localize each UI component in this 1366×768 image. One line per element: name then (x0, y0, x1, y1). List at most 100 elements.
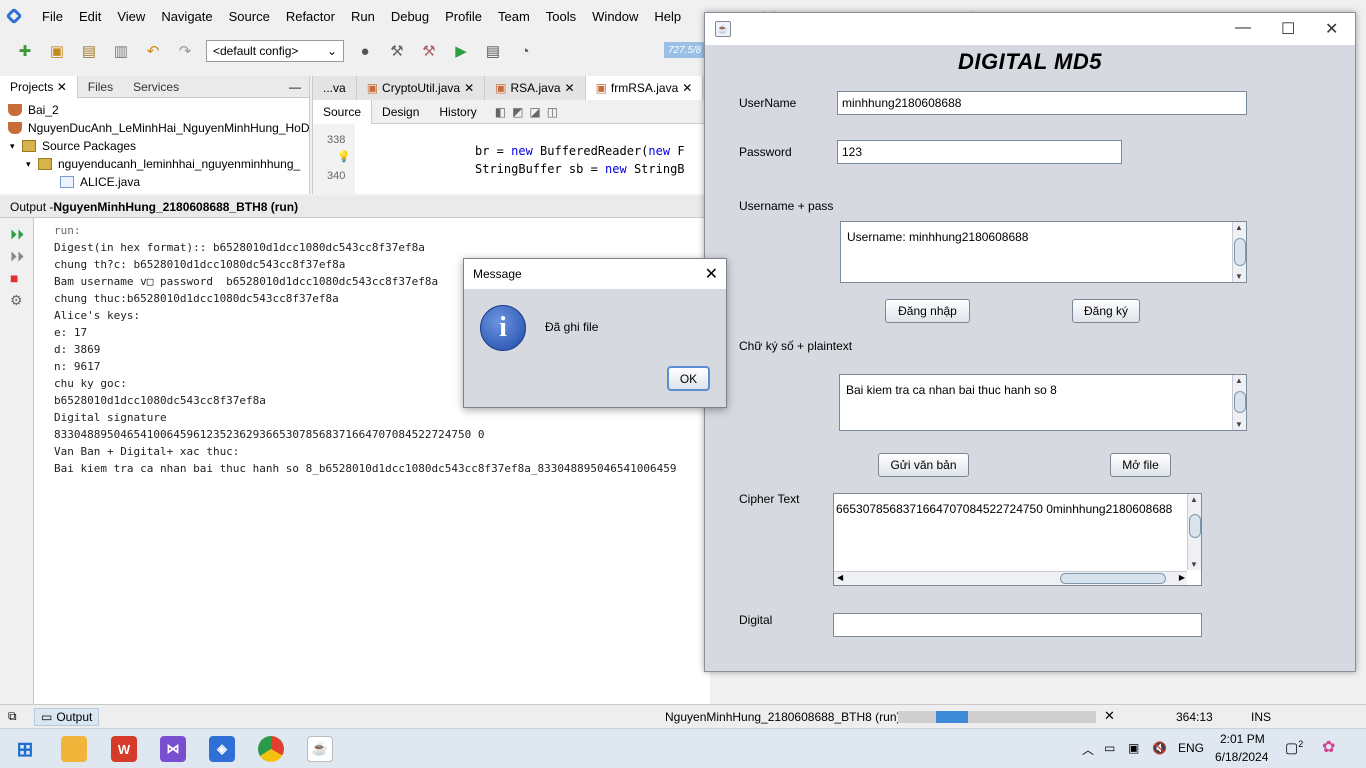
vertical-scrollbar[interactable]: ▲ ▼ (1232, 375, 1246, 430)
globe-icon[interactable]: ● (354, 40, 376, 62)
copilot-icon[interactable]: ✿ (1322, 737, 1335, 757)
debug-icon[interactable]: ▤ (482, 40, 504, 62)
menu-run[interactable]: Run (343, 9, 383, 24)
signature-textarea[interactable]: Bai kiem tra ca nhan bai thuc hanh so 8 … (839, 374, 1247, 431)
undo-icon[interactable]: ↶ (142, 40, 164, 62)
tree-item-source-packages[interactable]: ▾ Source Packages (0, 137, 309, 155)
menu-tools[interactable]: Tools (538, 9, 584, 24)
scroll-up-icon[interactable]: ▲ (1235, 376, 1243, 385)
language-indicator[interactable]: ENG (1178, 741, 1204, 755)
editor-tab-frmrsa[interactable]: ▣ frmRSA.java ✕ (585, 76, 704, 100)
menu-navigate[interactable]: Navigate (153, 9, 220, 24)
tab-projects[interactable]: Projects ✕ (0, 75, 78, 98)
send-text-button[interactable]: Gửi văn bản (878, 453, 969, 477)
minimize-button[interactable]: — (1235, 19, 1251, 37)
expand-icon[interactable]: ▾ (10, 141, 22, 152)
vertical-scrollbar[interactable]: ▲ ▼ (1187, 494, 1201, 570)
cancel-process-icon[interactable]: ✕ (1104, 708, 1115, 724)
menu-profile[interactable]: Profile (437, 9, 490, 24)
new-project-icon[interactable]: ▣ (46, 40, 68, 62)
clock-time[interactable]: 2:01 PM (1220, 732, 1265, 746)
profile-icon[interactable]: ◔ (514, 40, 536, 62)
close-project-icon[interactable]: ▥ (110, 40, 132, 62)
network-icon[interactable]: ▣ (1128, 741, 1139, 755)
menu-debug[interactable]: Debug (383, 9, 437, 24)
volume-muted-icon[interactable]: 🔇 (1152, 741, 1167, 755)
scroll-right-icon[interactable]: ▶ (1179, 573, 1185, 582)
menu-source[interactable]: Source (221, 9, 278, 24)
scroll-up-icon[interactable]: ▲ (1235, 223, 1243, 232)
menu-window[interactable]: Window (584, 9, 646, 24)
menu-file[interactable]: File (34, 9, 71, 24)
scroll-down-icon[interactable]: ▼ (1235, 420, 1243, 429)
redo-icon[interactable]: ↷ (174, 40, 196, 62)
expand-icon[interactable]: ▾ (26, 159, 38, 170)
netbeans-taskbar-icon[interactable]: ◈ (209, 736, 235, 762)
digital-field[interactable] (833, 613, 1202, 637)
stop-icon[interactable]: ■ (10, 270, 26, 286)
tree-item-bai2[interactable]: Bai_2 (0, 101, 309, 119)
netbeans-logo-icon (5, 7, 23, 25)
windows-start-icon[interactable]: ⊞ (12, 736, 38, 762)
scroll-left-icon[interactable]: ◀ (837, 573, 843, 582)
clean-build-icon[interactable]: ⚒ (418, 40, 440, 62)
tab-services[interactable]: Services (123, 76, 189, 98)
settings-icon[interactable]: ⚙ (10, 292, 26, 308)
editor-tab-rsa[interactable]: ▣ RSA.java ✕ (485, 76, 586, 100)
minimize-icon[interactable]: — (289, 80, 309, 94)
menu-view[interactable]: View (109, 9, 153, 24)
editor-tab-1[interactable]: ...va (313, 76, 357, 100)
maximize-button[interactable]: ☐ (1281, 19, 1295, 39)
build-hammer-icon[interactable]: ⚒ (386, 40, 408, 62)
username-pass-textarea[interactable]: Username: minhhung2180608688 ▲ ▼ (840, 221, 1247, 283)
password-field[interactable]: 123 (837, 140, 1122, 164)
wps-office-icon[interactable]: W (111, 736, 137, 762)
java-app-icon[interactable]: ☕ (307, 736, 333, 762)
horizontal-scrollbar[interactable]: ◀ ▶ (834, 571, 1187, 585)
close-button[interactable]: ✕ (1325, 19, 1338, 39)
battery-icon[interactable]: ▭ (1104, 741, 1115, 755)
hint-bulb-icon[interactable]: 💡 (337, 150, 351, 163)
tab-files[interactable]: Files (78, 76, 123, 98)
config-dropdown[interactable]: <default config> ⌄ (206, 40, 344, 62)
new-file-icon[interactable]: ✚ (14, 40, 36, 62)
chrome-icon[interactable] (258, 736, 284, 762)
scroll-up-icon[interactable]: ▲ (1190, 495, 1198, 504)
tree-item-package[interactable]: ▾ nguyenducanh_leminhhai_nguyenminhhung_ (0, 155, 309, 173)
chevron-up-icon[interactable]: ︿ (1082, 741, 1094, 758)
rerun-icon[interactable]: ⏵⏵ (10, 226, 26, 242)
scroll-down-icon[interactable]: ▼ (1190, 560, 1198, 569)
output-title: NguyenMinhHung_2180608688_BTH8 (run) (53, 199, 299, 214)
restore-icon[interactable]: ⧉ (8, 709, 17, 724)
run-icon[interactable]: ▶ (450, 40, 472, 62)
view-history[interactable]: History (429, 100, 486, 124)
editor-tab-cryptoutil[interactable]: ▣ CryptoUtil.java ✕ (357, 76, 486, 100)
menu-edit[interactable]: Edit (71, 9, 109, 24)
insert-mode: INS (1251, 710, 1272, 724)
file-explorer-icon[interactable] (61, 736, 87, 762)
login-button[interactable]: Đăng nhập (885, 299, 970, 323)
open-file-button[interactable]: Mở file (1110, 453, 1171, 477)
ok-button[interactable]: OK (667, 366, 710, 391)
cipher-text-area[interactable]: 6653078568371664707084522724750 0minhhun… (833, 493, 1202, 586)
dialog-close-button[interactable]: ✕ (705, 264, 718, 284)
output-window-tab[interactable]: ▭ Output (34, 708, 100, 726)
clock-date[interactable]: 6/18/2024 (1215, 750, 1268, 764)
username-field[interactable]: minhhung2180608688 (837, 91, 1247, 115)
rerun-with-params-icon[interactable]: ⏵⏵ (10, 248, 26, 264)
editor-toolbar-icons[interactable]: ◧◩◪◫ (487, 105, 564, 119)
scroll-down-icon[interactable]: ▼ (1235, 272, 1243, 281)
notification-icon[interactable]: ▢2 (1285, 739, 1303, 757)
view-source[interactable]: Source (313, 99, 373, 124)
view-design[interactable]: Design (372, 100, 429, 124)
register-button[interactable]: Đăng ký (1072, 299, 1140, 323)
tree-item-project[interactable]: NguyenDucAnh_LeMinhHai_NguyenMinhHung_Ho… (0, 119, 309, 137)
tree-item-alice-java[interactable]: ALICE.java (0, 173, 309, 191)
code-text[interactable]: br = new BufferedReader(new F StringBuff… (475, 124, 685, 178)
visual-studio-icon[interactable]: ⋈ (160, 736, 186, 762)
menu-help[interactable]: Help (646, 9, 689, 24)
vertical-scrollbar[interactable]: ▲ ▼ (1232, 222, 1246, 282)
menu-team[interactable]: Team (490, 9, 538, 24)
menu-refactor[interactable]: Refactor (278, 9, 343, 24)
open-project-icon[interactable]: ▤ (78, 40, 100, 62)
